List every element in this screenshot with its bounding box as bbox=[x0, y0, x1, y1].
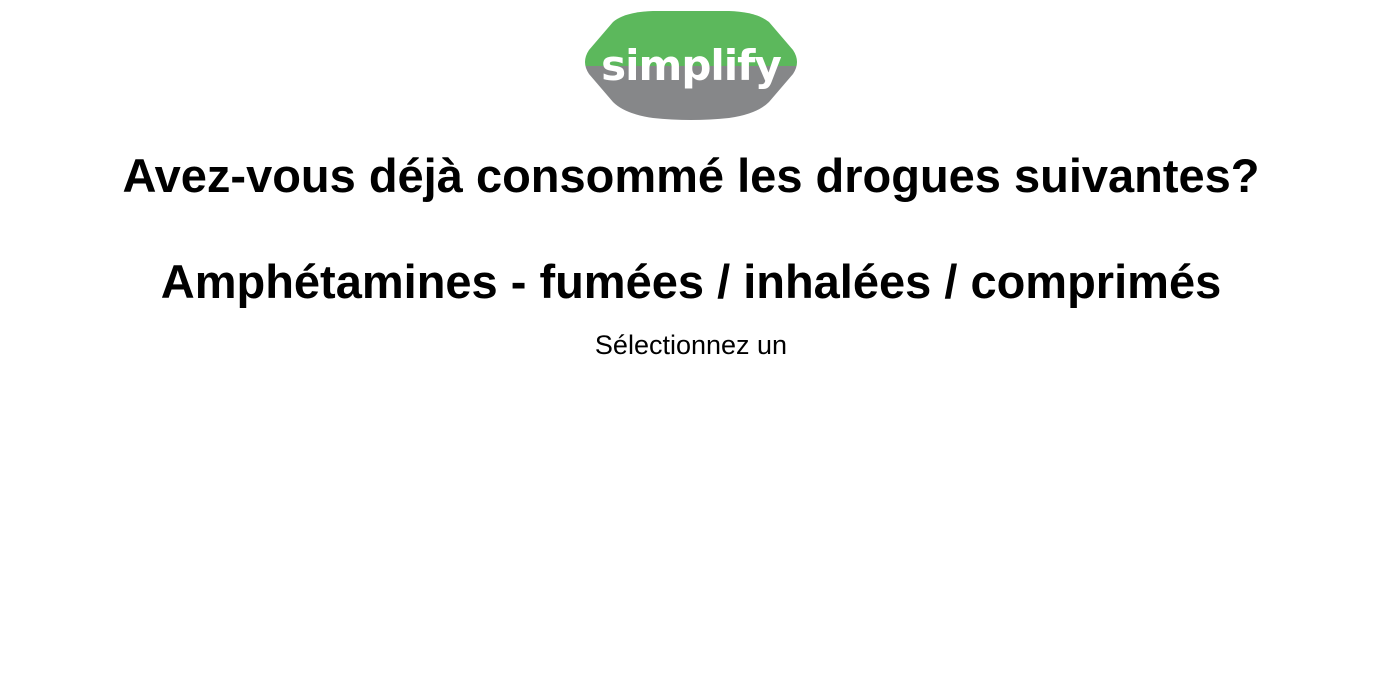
question-title: Avez-vous déjà consommé les drogues suiv… bbox=[122, 149, 1260, 202]
logo-text: simplify bbox=[601, 41, 781, 90]
drug-item-title: Amphétamines - fumées / inhalées / compr… bbox=[160, 255, 1222, 308]
selection-instruction: Sélectionnez un bbox=[594, 330, 788, 360]
simplify-logo: simplify bbox=[583, 10, 799, 120]
survey-page: simplify Avez-vous déjà consommé les dro… bbox=[0, 0, 1382, 683]
